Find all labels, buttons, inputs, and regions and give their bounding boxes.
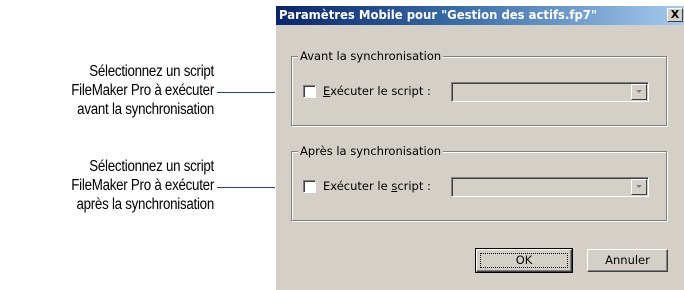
- run-script-before-checkbox[interactable]: [303, 84, 316, 98]
- callout-after-sync: Sélectionnez un script FileMaker Pro à e…: [8, 157, 214, 214]
- mobile-settings-dialog: Paramètres Mobile pour "Gestion des acti…: [275, 6, 684, 290]
- chevron-down-icon[interactable]: [631, 179, 647, 195]
- script-after-select[interactable]: [451, 177, 649, 197]
- ok-button[interactable]: OK: [475, 248, 573, 273]
- run-script-after-checkbox[interactable]: [303, 179, 316, 193]
- run-script-row: Exécuter le script :: [303, 81, 431, 101]
- dialog-title: Paramètres Mobile pour "Gestion des acti…: [279, 8, 597, 22]
- callout-line: FileMaker Pro à exécuter: [71, 177, 214, 194]
- callout-line: FileMaker Pro à exécuter: [71, 82, 214, 99]
- callout-before-sync: Sélectionnez un script FileMaker Pro à e…: [8, 62, 214, 119]
- close-button[interactable]: X: [667, 8, 683, 22]
- group-legend: Après la synchronisation: [298, 143, 444, 159]
- group-before-sync: Avant la synchronisation Exécuter le scr…: [291, 48, 667, 126]
- group-legend: Avant la synchronisation: [298, 48, 444, 64]
- dialog-titlebar[interactable]: Paramètres Mobile pour "Gestion des acti…: [276, 6, 684, 25]
- callout-line: après la synchronisation: [76, 196, 214, 213]
- run-script-before-label[interactable]: Exécuter le script :: [323, 84, 431, 98]
- callout-line: Sélectionnez un script: [89, 63, 214, 80]
- group-after-sync: Après la synchronisation Exécuter le scr…: [291, 143, 667, 221]
- chevron-down-icon[interactable]: [631, 84, 647, 100]
- callout-line: avant la synchronisation: [77, 101, 214, 118]
- callout-line: Sélectionnez un script: [89, 158, 214, 175]
- run-script-row: Exécuter le script :: [303, 176, 431, 196]
- script-before-select[interactable]: [451, 82, 649, 102]
- close-icon: X: [670, 8, 680, 21]
- cancel-button[interactable]: Annuler: [587, 249, 668, 272]
- run-script-after-label[interactable]: Exécuter le script :: [323, 179, 431, 193]
